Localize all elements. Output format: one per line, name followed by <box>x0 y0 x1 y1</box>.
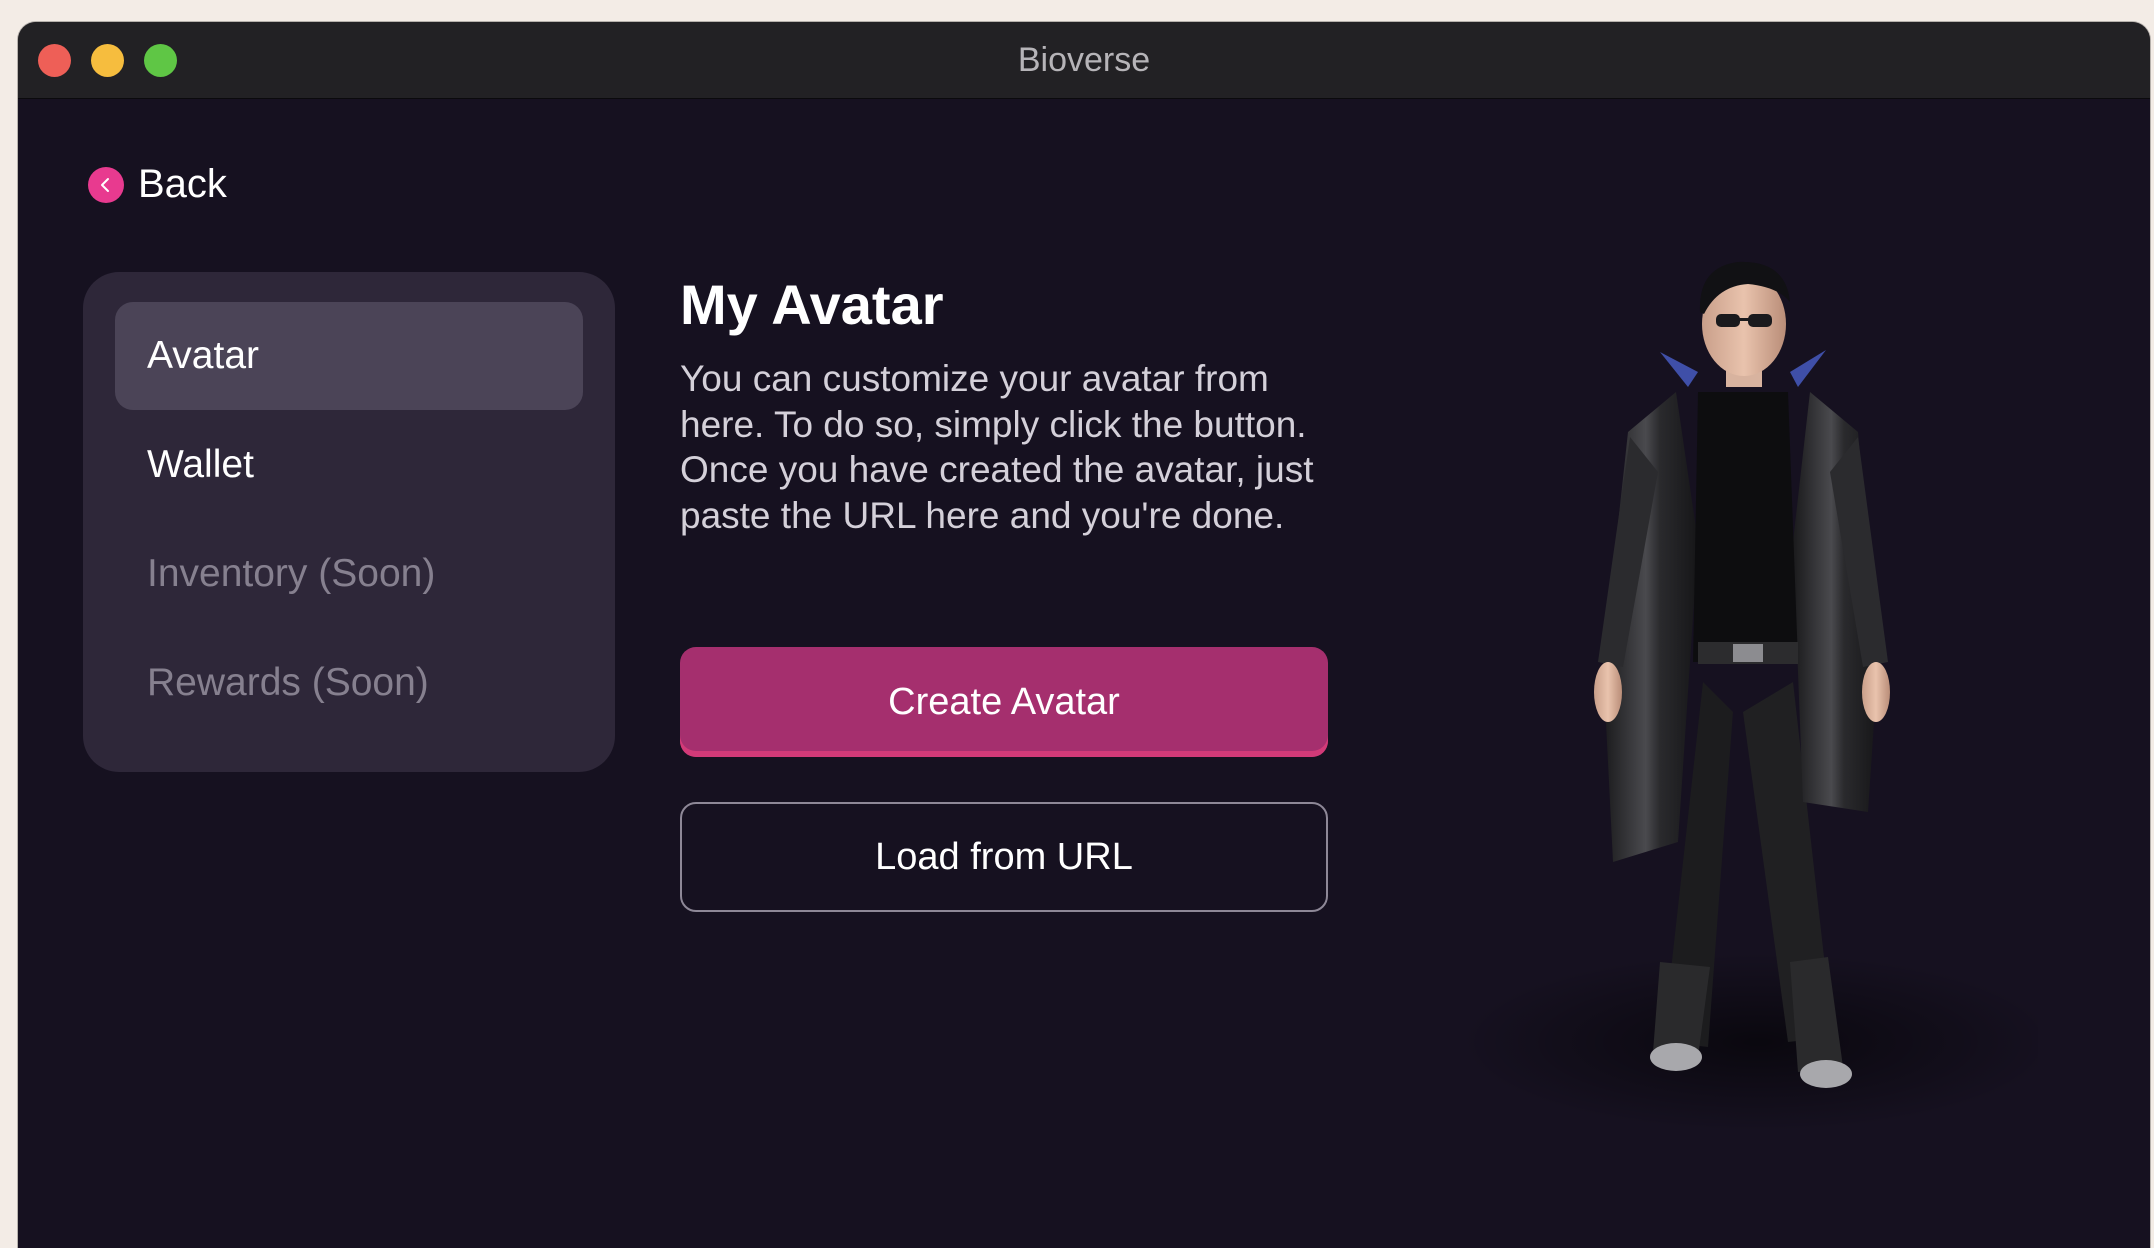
chevron-left-icon <box>88 166 124 203</box>
window-title: Bioverse <box>1017 41 1151 79</box>
page-title: My Avatar <box>680 273 944 336</box>
main-content: My Avatar You can customize your avatar … <box>680 266 1340 912</box>
sidebar-item-label: Rewards (Soon) <box>147 661 429 704</box>
back-label: Back <box>138 162 227 206</box>
title-bar: Bioverse <box>18 22 2150 99</box>
sidebar-item-label: Inventory (Soon) <box>147 552 436 595</box>
sidebar: Avatar Wallet Inventory (Soon) Rewards (… <box>83 272 615 772</box>
sidebar-item-wallet[interactable]: Wallet <box>115 411 583 519</box>
create-avatar-button[interactable]: Create Avatar <box>680 647 1328 757</box>
create-avatar-label: Create Avatar <box>888 680 1120 723</box>
app-window: Bioverse Back Avatar Wallet Inventory (S… <box>18 22 2150 1248</box>
page-description: You can customize your avatar from here.… <box>680 358 1314 536</box>
load-from-url-button[interactable]: Load from URL <box>680 802 1328 912</box>
sidebar-item-avatar[interactable]: Avatar <box>115 302 583 410</box>
sidebar-item-rewards: Rewards (Soon) <box>115 629 583 737</box>
floor-shadow <box>1458 952 2058 1132</box>
sidebar-item-label: Wallet <box>147 443 254 486</box>
avatar-preview <box>1398 242 2058 1142</box>
sidebar-item-inventory: Inventory (Soon) <box>115 520 583 628</box>
back-button[interactable]: Back <box>88 162 227 207</box>
load-from-url-label: Load from URL <box>875 835 1133 878</box>
sidebar-item-label: Avatar <box>147 334 260 377</box>
